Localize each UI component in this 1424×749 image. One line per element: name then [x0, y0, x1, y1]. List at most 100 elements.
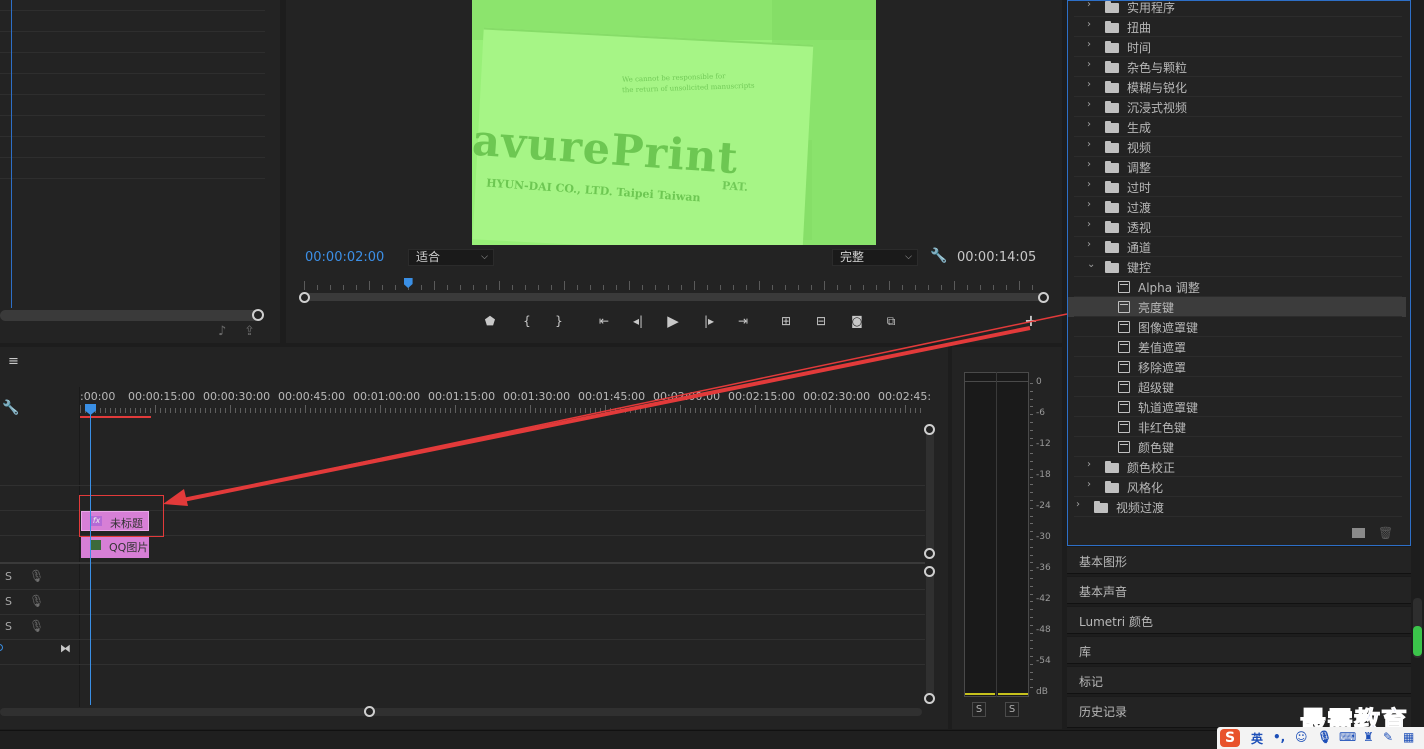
zoom-select[interactable]: 适合 ⌵	[408, 249, 494, 266]
effects-item-5[interactable]: › 沉浸式视频	[1068, 97, 1406, 117]
resolution-select[interactable]: 完整 ⌵	[832, 249, 918, 266]
solo-toggle[interactable]: S	[5, 570, 12, 583]
audio-tracks-scrollbar[interactable]	[926, 571, 934, 698]
effects-item-0[interactable]: › 实用程序	[1068, 0, 1406, 17]
panel-menu-icon[interactable]: ≡	[8, 354, 19, 369]
chevron-right-icon[interactable]: ›	[1076, 499, 1080, 510]
scroll-handle[interactable]	[924, 424, 935, 435]
go-to-out-icon[interactable]: ⇥	[733, 313, 753, 329]
ime-language[interactable]: 英	[1251, 730, 1263, 747]
chevron-right-icon[interactable]: ›	[1087, 0, 1091, 10]
zoom-bar-right-handle[interactable]	[1038, 292, 1049, 303]
panel-markers[interactable]: 标记	[1067, 666, 1411, 694]
timeline-clip-image[interactable]: QQ图片	[81, 536, 149, 558]
chevron-right-icon[interactable]: ›	[1087, 239, 1091, 250]
effects-item-13[interactable]: ⌄ 键控	[1068, 257, 1406, 277]
effects-item-19[interactable]: 超级键	[1068, 377, 1406, 397]
zoom-bar-left-handle[interactable]	[299, 292, 310, 303]
effects-item-15[interactable]: 亮度键	[1068, 297, 1406, 317]
ime-logo-icon[interactable]: S	[1220, 729, 1240, 747]
chevron-right-icon[interactable]: ›	[1087, 459, 1091, 470]
ime-punctuation[interactable]: •,	[1273, 730, 1285, 744]
bowtie-icon[interactable]: ⧓	[60, 642, 71, 655]
panel-essential-sound[interactable]: 基本声音	[1067, 576, 1411, 604]
chevron-right-icon[interactable]: ›	[1087, 39, 1091, 50]
chevron-right-icon[interactable]: ›	[1087, 59, 1091, 70]
chevron-right-icon[interactable]: ›	[1087, 179, 1091, 190]
chevron-right-icon[interactable]: ›	[1087, 19, 1091, 30]
effects-item-3[interactable]: › 杂色与颗粒	[1068, 57, 1406, 77]
go-to-in-icon[interactable]: ⇤	[594, 313, 614, 329]
chevron-right-icon[interactable]: ›	[1087, 139, 1091, 150]
camera-icon[interactable]: ◙	[847, 313, 867, 329]
timeline-time-ruler[interactable]: :00:00 00:00:15:00 00:00:30:00 00:00:45:00 0…	[80, 387, 931, 417]
ime-toolbar[interactable]: S 英 •, ☺ 🎙 ⌨ ♜ ✎ ▦	[1217, 727, 1424, 749]
music-note-icon[interactable]: ♪	[218, 324, 226, 339]
chevron-right-icon[interactable]: ›	[1087, 159, 1091, 170]
step-forward-icon[interactable]: |▸	[699, 313, 719, 329]
chevron-right-icon[interactable]: ›	[1087, 479, 1091, 490]
solo-left-button[interactable]: S	[972, 702, 986, 717]
export-icon[interactable]: ⇪	[244, 324, 255, 339]
toolbox-icon[interactable]: ✎	[1383, 730, 1393, 744]
scroll-handle[interactable]	[364, 706, 375, 717]
effects-item-21[interactable]: 非红色键	[1068, 417, 1406, 437]
marker-icon[interactable]: ⬟	[480, 313, 500, 329]
scrollbar-thumb[interactable]	[1413, 626, 1422, 656]
solo-toggle[interactable]: S	[5, 595, 12, 608]
chevron-right-icon[interactable]: ›	[1087, 199, 1091, 210]
effects-item-4[interactable]: › 模糊与锐化	[1068, 77, 1406, 97]
effects-item-12[interactable]: › 通道	[1068, 237, 1406, 257]
effects-item-16[interactable]: 图像遮罩键	[1068, 317, 1406, 337]
scroll-handle[interactable]	[924, 693, 935, 704]
project-zoom-slider[interactable]	[0, 310, 262, 321]
effects-item-2[interactable]: › 时间	[1068, 37, 1406, 57]
compare-icon[interactable]: ⧉	[881, 313, 901, 329]
panel-essential-graphics[interactable]: 基本图形	[1067, 546, 1411, 574]
solo-right-button[interactable]: S	[1005, 702, 1019, 717]
effects-item-25[interactable]: › 视频过渡	[1068, 497, 1406, 517]
playhead-timecode[interactable]: 00:00:02:00	[305, 250, 384, 265]
effects-item-14[interactable]: Alpha 调整	[1068, 277, 1406, 297]
microphone-icon[interactable]: 🎙	[1317, 730, 1332, 744]
effects-item-10[interactable]: › 过渡	[1068, 197, 1406, 217]
new-bin-icon[interactable]	[1352, 528, 1365, 538]
microphone-icon[interactable]: 🎙	[29, 569, 44, 583]
panel-lumetri-color[interactable]: Lumetri 颜色	[1067, 606, 1411, 634]
effects-item-8[interactable]: › 调整	[1068, 157, 1406, 177]
monitor-time-ruler[interactable]	[304, 276, 1044, 290]
shirt-icon[interactable]: ♜	[1363, 730, 1374, 744]
chevron-right-icon[interactable]: ›	[1087, 99, 1091, 110]
trash-icon[interactable]: 🗑	[1378, 526, 1393, 540]
timeline-horizontal-scrollbar[interactable]	[0, 708, 922, 716]
step-back-icon[interactable]: ◂|	[628, 313, 648, 329]
play-icon[interactable]: ▶	[663, 313, 683, 329]
effects-item-22[interactable]: 颜色键	[1068, 437, 1406, 457]
solo-toggle[interactable]: S	[5, 620, 12, 633]
scroll-handle[interactable]	[924, 566, 935, 577]
scroll-handle[interactable]	[924, 548, 935, 559]
chevron-right-icon[interactable]: ›	[1087, 219, 1091, 230]
effects-item-11[interactable]: › 透视	[1068, 217, 1406, 237]
lift-icon[interactable]: ⊞	[776, 313, 796, 329]
effects-item-9[interactable]: › 过时	[1068, 177, 1406, 197]
add-button-icon[interactable]: +	[1021, 313, 1041, 329]
wrench-icon[interactable]: 🔧	[2, 400, 19, 416]
microphone-icon[interactable]: 🎙	[29, 619, 44, 633]
effects-item-17[interactable]: 差值遮罩	[1068, 337, 1406, 357]
chevron-down-icon[interactable]: ⌄	[1087, 259, 1095, 270]
project-zoom-handle[interactable]	[252, 309, 264, 321]
effects-item-23[interactable]: › 颜色校正	[1068, 457, 1406, 477]
panel-libraries[interactable]: 库	[1067, 636, 1411, 664]
mark-in-icon[interactable]: {	[517, 313, 537, 329]
effects-item-18[interactable]: 移除遮罩	[1068, 357, 1406, 377]
effects-item-24[interactable]: › 风格化	[1068, 477, 1406, 497]
effects-item-7[interactable]: › 视频	[1068, 137, 1406, 157]
grid-icon[interactable]: ▦	[1403, 730, 1414, 744]
right-panel-scrollbar[interactable]	[1413, 598, 1422, 658]
video-tracks-scrollbar[interactable]	[926, 429, 934, 553]
chevron-right-icon[interactable]: ›	[1087, 79, 1091, 90]
effects-item-6[interactable]: › 生成	[1068, 117, 1406, 137]
monitor-zoom-bar[interactable]	[304, 293, 1044, 301]
extract-icon[interactable]: ⊟	[811, 313, 831, 329]
